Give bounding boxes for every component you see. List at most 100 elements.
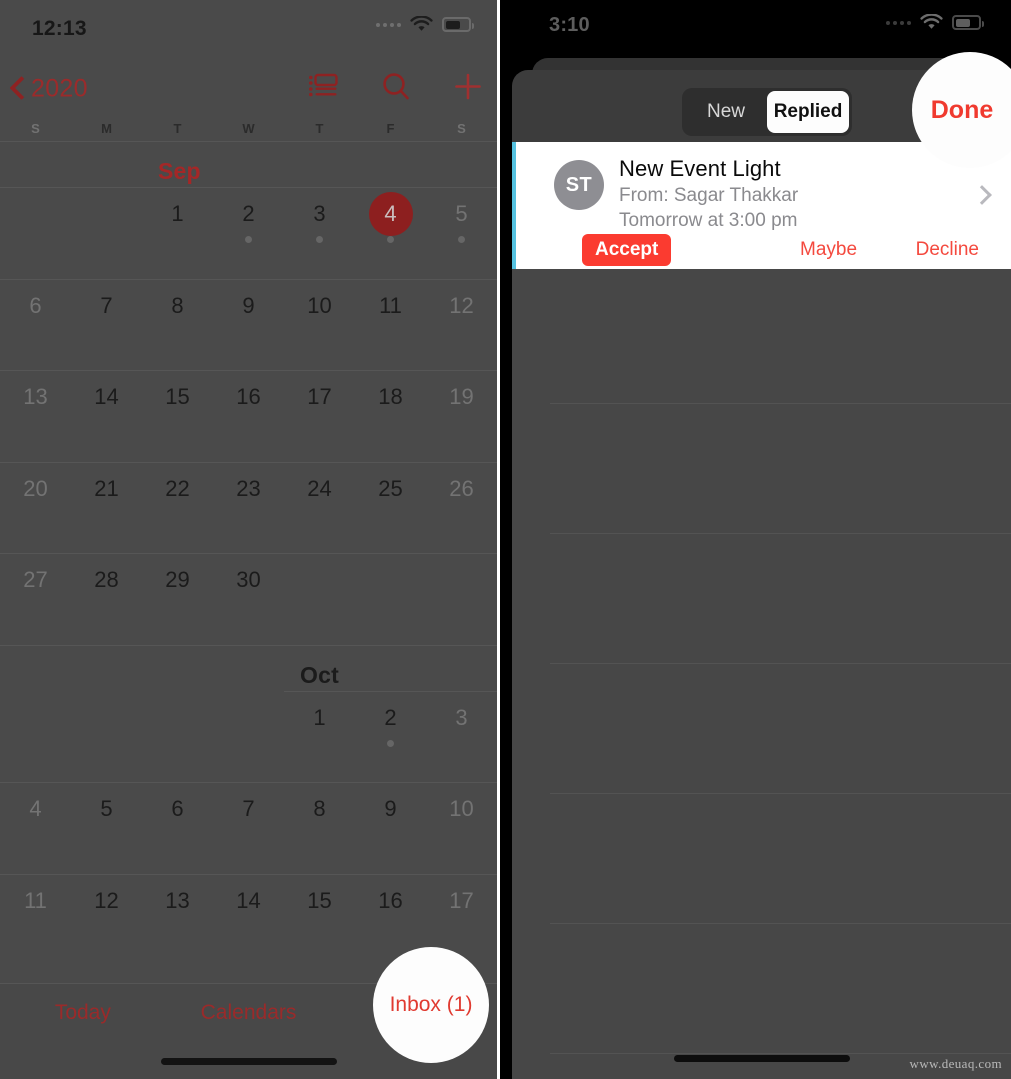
maybe-button[interactable]: Maybe xyxy=(800,239,857,261)
weekday-header-4: T xyxy=(315,121,324,136)
inbox-button-highlighted[interactable]: Inbox (1) xyxy=(373,947,489,1063)
calendar-day-sep-12[interactable]: 12 xyxy=(426,280,497,371)
calendar-day-oct-7[interactable]: 7 xyxy=(213,783,284,874)
calendar-day-oct-4[interactable]: 4 xyxy=(0,783,71,874)
day-number: 28 xyxy=(94,567,119,592)
calendar-day-oct-5[interactable]: 5 xyxy=(71,783,142,874)
today-button[interactable]: Today xyxy=(0,1001,166,1025)
calendar-day-oct-14[interactable]: 14 xyxy=(213,875,284,967)
day-number: 18 xyxy=(378,384,403,409)
event-organizer: From: Sagar Thakkar xyxy=(619,185,799,206)
segment-new[interactable]: New xyxy=(685,91,767,133)
calendar-scroll-area[interactable]: Sep0012345678910111213141516171819202122… xyxy=(0,142,497,966)
day-number: 7 xyxy=(242,796,255,821)
calendar-day-sep-30[interactable]: 30 xyxy=(213,554,284,645)
inbox-list-empty-area[interactable] xyxy=(512,269,1011,1079)
event-indicator-dot xyxy=(458,236,465,243)
calendar-day-sep-18[interactable]: 18 xyxy=(355,371,426,462)
calendar-day-oct-10[interactable]: 10 xyxy=(426,783,497,874)
day-number: 16 xyxy=(378,887,403,913)
chevron-right-icon[interactable] xyxy=(972,185,992,205)
segment-replied[interactable]: Replied xyxy=(767,91,849,133)
left-nav-bar: 2020 xyxy=(0,62,497,116)
calendar-day-sep-4[interactable]: 4 xyxy=(355,188,426,279)
calendar-day-oct-2[interactable]: 2 xyxy=(355,692,426,783)
calendar-day-sep-7[interactable]: 7 xyxy=(71,280,142,371)
calendar-day-sep-9[interactable]: 9 xyxy=(213,280,284,371)
calendar-day-sep-25[interactable]: 25 xyxy=(355,463,426,554)
calendar-day-empty: 0 xyxy=(213,692,284,783)
calendar-day-empty: 0 xyxy=(71,692,142,783)
calendar-day-sep-28[interactable]: 28 xyxy=(71,554,142,645)
calendar-day-sep-21[interactable]: 21 xyxy=(71,463,142,554)
event-indicator-dot xyxy=(387,739,394,747)
weekday-header-row: SMTWTFS xyxy=(0,116,497,142)
day-list-view-icon[interactable] xyxy=(309,73,339,106)
status-bar-indicators xyxy=(376,16,474,33)
day-number: 10 xyxy=(449,796,474,821)
calendar-day-oct-13[interactable]: 13 xyxy=(142,875,213,967)
day-number: 15 xyxy=(165,384,190,409)
panel-divider xyxy=(497,0,500,1079)
calendar-week-row: 20 21 22 23 24 25 26 xyxy=(0,463,497,554)
calendar-day-oct-6[interactable]: 6 xyxy=(142,783,213,874)
calendar-day-oct-12[interactable]: 12 xyxy=(71,875,142,967)
calendar-day-sep-24[interactable]: 24 xyxy=(284,463,355,554)
day-number: 9 xyxy=(384,796,397,821)
calendar-day-sep-2[interactable]: 2 xyxy=(213,188,284,279)
calendar-day-oct-15[interactable]: 15 xyxy=(284,875,355,967)
calendar-day-sep-22[interactable]: 22 xyxy=(142,463,213,554)
day-number: 17 xyxy=(307,384,332,409)
calendar-day-sep-29[interactable]: 29 xyxy=(142,554,213,645)
calendar-day-sep-20[interactable]: 20 xyxy=(0,463,71,554)
day-number: 22 xyxy=(165,475,190,501)
day-number: 9 xyxy=(242,292,255,318)
calendar-day-empty: 0 xyxy=(0,692,71,783)
calendars-button[interactable]: Calendars xyxy=(166,1001,332,1025)
calendar-day-sep-16[interactable]: 16 xyxy=(213,371,284,462)
weekday-header-6: S xyxy=(457,121,466,136)
signal-dots-icon xyxy=(376,22,401,27)
calendar-day-sep-13[interactable]: 13 xyxy=(0,371,71,462)
calendar-day-sep-6[interactable]: 6 xyxy=(0,280,71,371)
calendar-day-sep-15[interactable]: 15 xyxy=(142,371,213,462)
day-number: 14 xyxy=(236,887,261,913)
calendar-day-sep-3[interactable]: 3 xyxy=(284,188,355,279)
event-indicator-dot xyxy=(387,236,394,243)
calendar-day-sep-8[interactable]: 8 xyxy=(142,280,213,371)
calendar-day-oct-11[interactable]: 11 xyxy=(0,875,71,967)
event-time: Tomorrow at 3:00 pm xyxy=(619,210,798,231)
calendar-day-oct-8[interactable]: 8 xyxy=(284,783,355,874)
calendar-week-row: 00 1 2 3 4 5 xyxy=(0,188,497,280)
right-status-bar: 3:10 xyxy=(497,0,1011,58)
calendar-day-oct-3[interactable]: 3 xyxy=(426,692,497,783)
nav-bar-actions xyxy=(309,72,483,107)
day-number: 4 xyxy=(368,192,413,236)
calendar-day-oct-1[interactable]: 1 xyxy=(284,692,355,783)
inbox-segmented-control[interactable]: New Replied xyxy=(682,88,852,136)
day-number: 11 xyxy=(24,887,47,913)
calendar-day-sep-1[interactable]: 1 xyxy=(142,188,213,279)
done-button-highlighted[interactable]: Done xyxy=(912,52,1011,168)
calendar-day-sep-27[interactable]: 27 xyxy=(0,554,71,645)
calendar-day-sep-14[interactable]: 14 xyxy=(71,371,142,462)
day-number: 26 xyxy=(449,475,474,501)
decline-button[interactable]: Decline xyxy=(916,239,979,261)
month-label: Sep xyxy=(158,158,201,184)
plus-icon[interactable] xyxy=(453,72,483,107)
calendar-day-sep-19[interactable]: 19 xyxy=(426,371,497,462)
calendar-day-sep-5[interactable]: 5 xyxy=(426,188,497,279)
calendar-day-sep-26[interactable]: 26 xyxy=(426,463,497,554)
back-to-year-button[interactable]: 2020 xyxy=(10,75,88,104)
accept-button[interactable]: Accept xyxy=(582,234,672,266)
calendar-day-sep-10[interactable]: 10 xyxy=(284,280,355,371)
calendar-day-sep-17[interactable]: 17 xyxy=(284,371,355,462)
calendar-day-oct-9[interactable]: 9 xyxy=(355,783,426,874)
calendar-day-sep-23[interactable]: 23 xyxy=(213,463,284,554)
search-icon[interactable] xyxy=(381,72,411,107)
weekday-header-5: F xyxy=(386,121,395,136)
calendar-day-sep-11[interactable]: 11 xyxy=(355,280,426,371)
battery-icon xyxy=(442,17,474,32)
day-number: 19 xyxy=(449,384,474,409)
day-number: 8 xyxy=(313,796,326,821)
